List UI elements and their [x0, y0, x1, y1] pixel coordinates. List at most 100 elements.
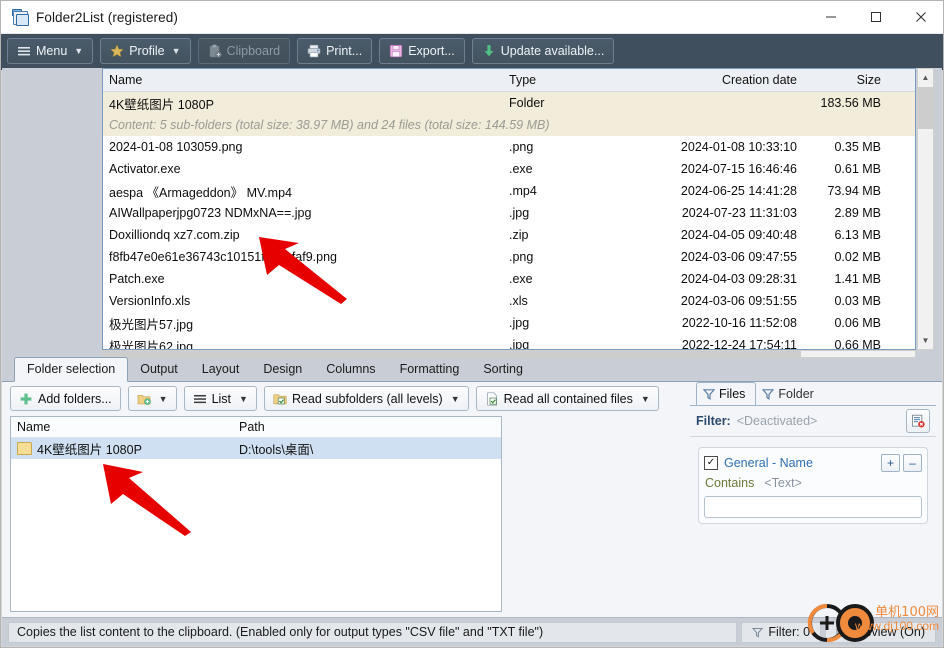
- folder-icon: [17, 442, 32, 455]
- cell-name: aespa 《Armageddon》 MV.mp4: [109, 185, 292, 200]
- preview-list[interactable]: Name Type Creation date Size 4K壁纸图片 1080…: [102, 68, 916, 350]
- profile-button[interactable]: Profile ▼: [100, 38, 191, 64]
- folders-column-header-path[interactable]: Path: [233, 420, 271, 434]
- cell-type: Folder: [509, 96, 545, 110]
- filter-text-input[interactable]: [705, 497, 921, 517]
- filter-group-name: General - Name: [724, 456, 813, 470]
- table-row[interactable]: 极光图片57.jpg .jpg 2022-10-16 11:52:08 0.06 MB: [103, 312, 915, 334]
- table-row[interactable]: aespa 《Armageddon》 MV.mp4 .mp4 2024-06-25 …: [103, 180, 915, 202]
- filter-tab-folder[interactable]: Folder: [756, 383, 823, 405]
- update-available-button[interactable]: Update available...: [471, 38, 615, 64]
- filter-tab-files[interactable]: Files: [696, 382, 757, 406]
- cell-type: .zip: [509, 228, 529, 242]
- cell-size: 1.41 MB: [834, 272, 881, 286]
- tab-formatting[interactable]: Formatting: [388, 358, 472, 381]
- close-button[interactable]: [898, 1, 943, 33]
- tab-sorting[interactable]: Sorting: [471, 358, 535, 381]
- app-folder2list-icon: [11, 8, 29, 26]
- title-bar: Folder2List (registered): [1, 1, 943, 34]
- column-header-type[interactable]: Type: [503, 73, 635, 87]
- read-contained-files-label: Read all contained files: [503, 391, 633, 406]
- folders-column-header-name[interactable]: Name: [11, 420, 233, 434]
- preview-horizontal-scrollbar[interactable]: [102, 350, 916, 358]
- clear-filter-icon: [911, 414, 925, 428]
- add-condition-button[interactable]: +: [881, 454, 900, 472]
- cell-name: 极光图片62.jpg: [109, 339, 194, 350]
- table-row[interactable]: AIWallpaperjpg0723 NDMxNA==.jpg .jpg 2024-…: [103, 202, 915, 224]
- tab-design[interactable]: Design: [251, 358, 314, 381]
- table-row[interactable]: VersionInfo.xls .xls 2024-03-06 09:51:55 0.…: [103, 290, 915, 312]
- folder-add-icon: [137, 394, 151, 405]
- clear-filter-button[interactable]: [906, 409, 930, 433]
- cell-type: .png: [509, 250, 534, 264]
- table-row[interactable]: Activator.exe .exe 2024-07-15 16:46:46 0.61…: [103, 158, 915, 180]
- cell-name: Patch.exe: [109, 272, 165, 286]
- table-row[interactable]: f8fb47e0e61e36743c10151fc52efaf9.png .png…: [103, 246, 915, 268]
- status-preview-label: Preview (On): [852, 625, 925, 639]
- preview-vertical-scrollbar[interactable]: ▲ ▼: [917, 68, 934, 350]
- export-button[interactable]: Export...: [379, 38, 465, 64]
- filter-group-checkbox[interactable]: ✓: [704, 456, 718, 470]
- list-view-button[interactable]: List ▼: [183, 386, 257, 411]
- column-header-size[interactable]: Size: [803, 73, 887, 87]
- read-contained-files-button[interactable]: Read all contained files ▼: [475, 386, 659, 411]
- plus-icon: +: [886, 456, 894, 470]
- list-view-label: List: [211, 391, 232, 406]
- chevron-down-icon: ▼: [450, 393, 460, 404]
- folder-add-dropdown-button[interactable]: ▼: [127, 386, 177, 411]
- clipboard-button[interactable]: Clipboard: [197, 38, 291, 64]
- profile-button-label: Profile: [129, 44, 165, 58]
- table-row[interactable]: 4K壁纸图片 1080P Folder 183.56 MB: [103, 92, 915, 114]
- cell-type: .mp4: [509, 184, 537, 198]
- table-row[interactable]: Patch.exe .exe 2024-04-03 09:28:31 1.41 MB: [103, 268, 915, 290]
- read-subfolders-button[interactable]: Read subfolders (all levels) ▼: [263, 386, 469, 411]
- application-window: Folder2List (registered) Menu ▼ Profile …: [0, 0, 944, 648]
- cell-creation-date: 2024-07-15 16:46:46: [680, 162, 797, 176]
- table-row[interactable]: Doxilliondq xz7.com.zip .zip 2024-04-05 09…: [103, 224, 915, 246]
- remove-condition-button[interactable]: –: [903, 454, 922, 472]
- maximize-button[interactable]: [853, 1, 898, 33]
- filter-condition-group: ✓ General - Name + – Contains <Text>: [698, 447, 928, 524]
- cell-type: .jpg: [509, 206, 530, 220]
- scrollbar-thumb-horizontal[interactable]: [103, 351, 802, 357]
- cell-size: 183.56 MB: [820, 96, 881, 110]
- folder-table-row[interactable]: 4K壁纸图片 1080P D:\tools\桌面\: [11, 438, 501, 459]
- status-message: Copies the list content to the clipboard…: [8, 621, 738, 643]
- scroll-down-icon[interactable]: ▼: [918, 332, 933, 349]
- add-folders-button[interactable]: Add folders...: [10, 386, 121, 411]
- tab-output[interactable]: Output: [128, 358, 190, 381]
- column-header-creation-date[interactable]: Creation date: [635, 73, 803, 87]
- print-button[interactable]: Print...: [297, 38, 373, 64]
- cell-size: 6.13 MB: [834, 228, 881, 242]
- table-row[interactable]: 2024-01-08 103059.png .png 2024-01-08 10:3…: [103, 136, 915, 158]
- status-filter[interactable]: Filter: 0: [741, 621, 822, 643]
- floppy-disk-icon: [390, 44, 403, 58]
- read-subfolders-label: Read subfolders (all levels): [291, 391, 443, 406]
- scroll-up-icon[interactable]: ▲: [918, 69, 933, 86]
- selected-folders-table[interactable]: Name Path 4K壁纸图片 1080P D:\tools\桌面\: [10, 416, 502, 612]
- menu-button[interactable]: Menu ▼: [7, 38, 94, 64]
- cell-type: .jpg: [509, 316, 530, 330]
- filter-text-input-wrapper[interactable]: [704, 496, 922, 518]
- cell-creation-date: 2024-03-06 09:47:55: [680, 250, 797, 264]
- tab-layout[interactable]: Layout: [190, 358, 252, 381]
- filter-operand-hint: <Text>: [764, 476, 802, 490]
- status-preview[interactable]: Preview (On): [825, 621, 936, 643]
- chevron-down-icon: ▼: [239, 393, 248, 404]
- tab-folder-selection[interactable]: Folder selection: [14, 357, 129, 382]
- scrollbar-thumb[interactable]: [918, 87, 933, 129]
- update-button-label: Update available...: [500, 44, 605, 58]
- tab-columns[interactable]: Columns: [314, 358, 387, 381]
- cell-size: 2.89 MB: [834, 206, 881, 220]
- cell-name: Activator.exe: [109, 162, 181, 176]
- cell-creation-date: 2022-10-16 11:52:08: [681, 316, 797, 330]
- filter-operator[interactable]: Contains: [705, 476, 754, 490]
- cell-name: Doxilliondq xz7.com.zip: [109, 228, 240, 242]
- status-bar: Copies the list content to the clipboard…: [2, 617, 942, 646]
- folder-row-name: 4K壁纸图片 1080P: [11, 439, 233, 458]
- table-row[interactable]: Content: 5 sub-folders (total size: 38.9…: [103, 114, 915, 136]
- table-row[interactable]: 极光图片62.jpg .jpg 2022-12-24 17:54:11 0.66 MB: [103, 334, 915, 350]
- minimize-button[interactable]: [808, 1, 853, 33]
- folder-selection-panel: Add folders... ▼ List ▼ Read subfolders …: [2, 382, 942, 618]
- column-header-name[interactable]: Name: [103, 73, 503, 87]
